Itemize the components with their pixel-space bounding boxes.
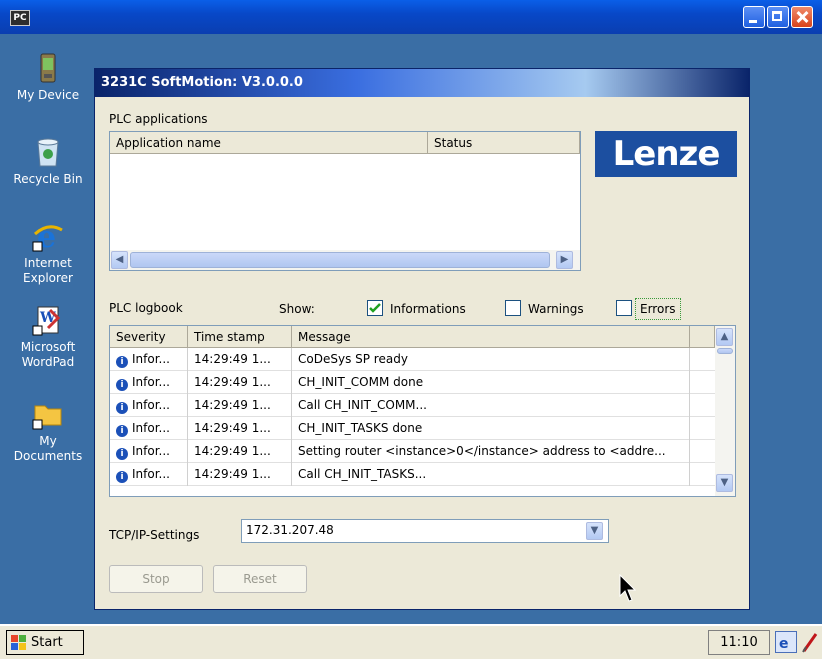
close-button[interactable] xyxy=(791,6,813,28)
windows-logo-icon xyxy=(11,635,26,650)
show-label: Show: xyxy=(279,302,315,316)
taskbar: Start 11:10 e xyxy=(0,624,822,659)
scroll-left-button[interactable]: ◀ xyxy=(111,251,128,269)
tcpip-address-combo[interactable]: 172.31.207.48 ▼ xyxy=(241,519,609,543)
desktop-icon-my-device[interactable]: My Device xyxy=(0,52,96,103)
tcpip-address-value: 172.31.207.48 xyxy=(246,523,334,537)
info-icon: i xyxy=(116,379,128,391)
info-icon: i xyxy=(116,356,128,368)
log-row[interactable]: i Infor... 14:29:49 1... Call CH_INIT_TAS… xyxy=(110,463,715,486)
column-extra xyxy=(690,326,715,348)
start-label: Start xyxy=(31,635,63,650)
info-icon: i xyxy=(116,402,128,414)
plc-logbook-list[interactable]: Severity Time stamp Message i Infor... 14… xyxy=(109,325,736,497)
plc-applications-label: PLC applications xyxy=(109,112,208,126)
informations-label: Informations xyxy=(390,302,466,316)
horizontal-scrollbar[interactable]: ◀ ▶ xyxy=(110,250,580,270)
internet-explorer-icon: e xyxy=(32,220,64,255)
start-button[interactable]: Start xyxy=(6,630,84,655)
vertical-scrollbar[interactable]: ▲ ▼ xyxy=(715,326,735,496)
warnings-checkbox[interactable] xyxy=(505,300,521,316)
recycle-bin-icon xyxy=(32,136,64,168)
maximize-button[interactable] xyxy=(767,6,789,28)
outer-title-bar: PC xyxy=(0,0,822,34)
vertical-scroll-thumb[interactable] xyxy=(717,348,733,354)
app-icon: PC xyxy=(10,10,30,26)
minimize-button[interactable] xyxy=(743,6,765,28)
reset-button[interactable]: Reset xyxy=(213,565,307,593)
pen-icon[interactable] xyxy=(800,631,820,653)
log-row[interactable]: i Infor... 14:29:49 1... Setting router <… xyxy=(110,440,715,463)
errors-checkbox[interactable] xyxy=(616,300,632,316)
informations-checkbox[interactable] xyxy=(367,300,383,316)
scroll-down-button[interactable]: ▼ xyxy=(716,474,733,492)
softmotion-dialog: 3231C SoftMotion: V3.0.0.0 PLC applicati… xyxy=(94,68,750,610)
scroll-right-button[interactable]: ▶ xyxy=(556,251,573,269)
info-icon: i xyxy=(116,425,128,437)
device-icon xyxy=(32,52,64,84)
desktop-icon-my-documents[interactable]: My Documents xyxy=(0,398,96,464)
column-application-name[interactable]: Application name xyxy=(110,132,428,154)
info-icon: i xyxy=(116,448,128,460)
desktop-icon-recycle-bin[interactable]: Recycle Bin xyxy=(0,136,96,187)
log-row[interactable]: i Infor... 14:29:49 1... CH_INIT_COMM don… xyxy=(110,371,715,394)
tcpip-settings-label: TCP/IP-Settings xyxy=(109,528,200,542)
plc-logbook-label: PLC logbook xyxy=(109,301,183,315)
dialog-title: 3231C SoftMotion: V3.0.0.0 xyxy=(95,69,749,97)
column-message[interactable]: Message xyxy=(292,326,690,348)
info-icon: i xyxy=(116,471,128,483)
stop-button[interactable]: Stop xyxy=(109,565,203,593)
scroll-up-button[interactable]: ▲ xyxy=(716,328,733,346)
clock[interactable]: 11:10 xyxy=(708,630,770,655)
svg-text:e: e xyxy=(779,636,789,652)
log-row[interactable]: i Infor... 14:29:49 1... Call CH_INIT_COM… xyxy=(110,394,715,417)
log-row[interactable]: i Infor... 14:29:49 1... CoDeSys SP ready xyxy=(110,348,715,371)
folder-icon xyxy=(32,398,64,430)
desktop-switch-icon[interactable]: e xyxy=(775,631,797,653)
errors-label: Errors xyxy=(635,298,681,320)
lenze-logo: Lenze xyxy=(595,131,737,177)
scroll-thumb[interactable] xyxy=(130,252,550,268)
column-status[interactable]: Status xyxy=(428,132,580,154)
column-time-stamp[interactable]: Time stamp xyxy=(188,326,292,348)
checkmark-icon xyxy=(369,303,381,313)
column-severity[interactable]: Severity xyxy=(110,326,188,348)
mouse-pointer-icon xyxy=(619,574,637,602)
plc-applications-list[interactable]: Application name Status ◀ ▶ xyxy=(109,131,581,271)
chevron-down-icon[interactable]: ▼ xyxy=(586,522,603,540)
wordpad-icon: W xyxy=(32,304,64,336)
desktop-icon-internet-explorer[interactable]: e Internet Explorer xyxy=(0,220,96,286)
warnings-label: Warnings xyxy=(528,302,584,316)
desktop-icon-wordpad[interactable]: W Microsoft WordPad xyxy=(0,304,96,370)
log-row[interactable]: i Infor... 14:29:49 1... CH_INIT_TASKS do… xyxy=(110,417,715,440)
